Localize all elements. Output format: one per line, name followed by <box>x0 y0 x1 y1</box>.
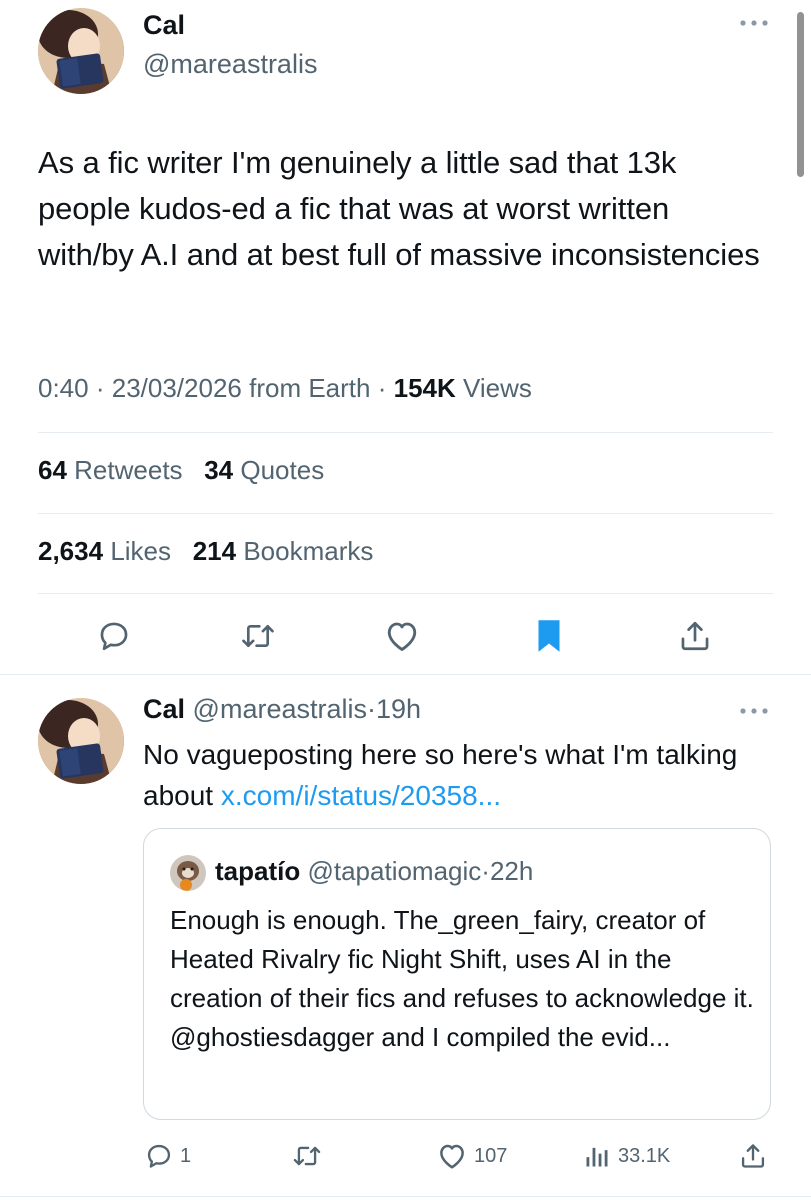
reply-views-button[interactable]: 33.1K <box>583 1138 670 1174</box>
views-count: 154K <box>393 373 456 403</box>
tweet-date[interactable]: 23/03/2026 <box>112 373 242 403</box>
avatar-illustration <box>38 8 124 94</box>
quoted-author-name[interactable]: tapatío <box>215 856 300 886</box>
likes-stat[interactable]: 2,634 Likes <box>38 536 171 566</box>
reply-retweet-button[interactable] <box>292 1138 322 1174</box>
quoted-author-avatar[interactable] <box>170 855 206 891</box>
reply-text-block: No vagueposting here so here's what I'm … <box>143 734 763 816</box>
divider <box>38 513 773 514</box>
reply-view-count: 33.1K <box>618 1144 671 1167</box>
retweets-stat[interactable]: 64 Retweets <box>38 455 183 485</box>
retweet-button[interactable] <box>236 614 280 658</box>
author-name[interactable]: Cal <box>143 10 185 41</box>
quotes-count: 34 <box>204 455 234 485</box>
reply-share-button[interactable] <box>739 1138 767 1174</box>
like-button[interactable] <box>380 614 424 658</box>
avatar-illustration <box>38 698 124 784</box>
share-icon <box>741 1144 765 1168</box>
reply-icon <box>100 622 128 651</box>
reply-author-handle[interactable]: @mareastralis <box>193 694 367 724</box>
retweet-quote-stats: 64 Retweets 34 Quotes <box>38 455 324 486</box>
quoted-status-link[interactable]: x.com/i/status/20358... <box>221 780 501 811</box>
share-button[interactable] <box>673 614 717 658</box>
reply-reply-button[interactable]: 1 <box>145 1138 191 1174</box>
section-separator <box>0 674 811 675</box>
bottom-separator <box>0 1196 811 1197</box>
tweet-source: from Earth <box>249 373 371 403</box>
likes-label: Likes <box>110 536 172 566</box>
quoted-text: Enough is enough. The_green_fairy, creat… <box>170 905 754 1052</box>
reply-more-options-icon[interactable] <box>738 704 770 722</box>
reply-author-name[interactable]: Cal <box>143 694 185 724</box>
like-icon <box>440 1144 464 1169</box>
reply-icon <box>147 1144 171 1168</box>
divider <box>38 432 773 433</box>
quoted-age: 22h <box>489 856 534 886</box>
quoted-avatar-illustration <box>170 855 206 891</box>
reply-author-avatar[interactable] <box>38 698 124 784</box>
retweets-count: 64 <box>38 455 67 485</box>
scrollbar[interactable] <box>797 12 804 177</box>
quoted-author-handle[interactable]: @tapatiomagic <box>307 856 481 886</box>
tweet-text: As a fic writer I'm genuinely a little s… <box>38 145 760 272</box>
bookmark-icon <box>538 620 560 652</box>
views-label: Views <box>463 373 532 403</box>
reply-header: Cal @mareastralis·19h <box>143 694 422 724</box>
reply-reply-count: 1 <box>180 1144 192 1167</box>
share-icon <box>681 621 709 651</box>
bookmark-button[interactable] <box>527 614 571 658</box>
author-avatar[interactable] <box>38 8 124 94</box>
retweet-icon <box>242 624 274 648</box>
bookmarks-stat[interactable]: 214 Bookmarks <box>193 536 374 566</box>
bookmarks-count: 214 <box>192 536 237 566</box>
more-options-icon[interactable] <box>738 16 770 34</box>
author-handle[interactable]: @mareastralis <box>143 49 317 80</box>
reply-like-button[interactable]: 107 <box>437 1138 507 1174</box>
views-icon <box>586 1147 608 1167</box>
quotes-stat[interactable]: 34 Quotes <box>204 455 324 485</box>
reply-age[interactable]: 19h <box>376 694 421 724</box>
retweets-label: Retweets <box>74 455 183 485</box>
quoted-header: tapatío @tapatiomagic·22h <box>215 856 534 886</box>
reply-like-count: 107 <box>474 1144 508 1167</box>
tweet-meta: 0:40 · 23/03/2026 from Earth · 154K View… <box>38 373 532 403</box>
likes-bookmarks-stats: 2,634 Likes 214 Bookmarks <box>38 536 373 567</box>
reply-button[interactable] <box>92 614 136 658</box>
likes-count: 2,634 <box>38 536 104 566</box>
retweet-icon <box>293 1146 321 1166</box>
bookmarks-label: Bookmarks <box>243 536 374 566</box>
divider <box>38 593 773 594</box>
tweet-time[interactable]: 0:40 <box>38 373 89 403</box>
like-icon <box>387 622 417 651</box>
quotes-label: Quotes <box>240 455 325 485</box>
